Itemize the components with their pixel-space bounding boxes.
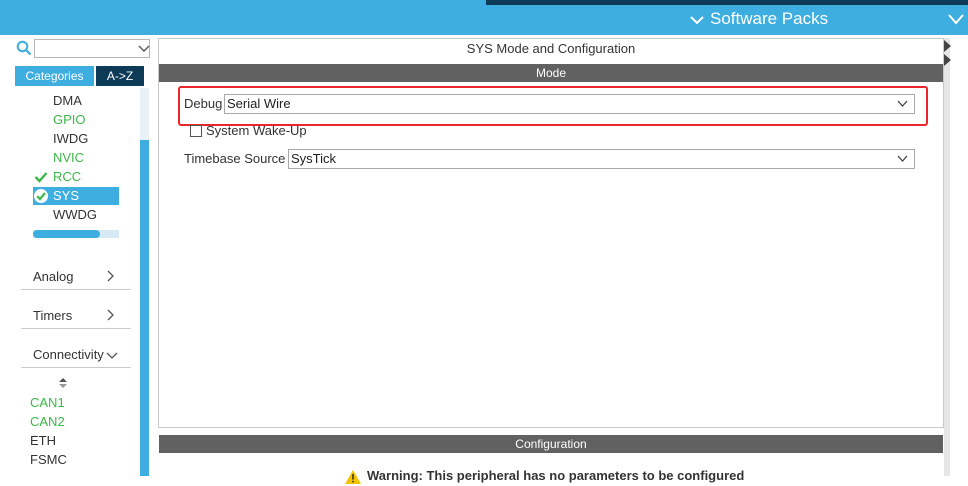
triangle-right-icon[interactable]: [944, 40, 951, 52]
chevron-down-icon[interactable]: [948, 13, 964, 25]
chevron-down-icon: [897, 100, 908, 107]
connectivity-item-eth[interactable]: ETH: [30, 431, 56, 450]
sidebar-item-dma[interactable]: DMA: [53, 92, 82, 110]
check-icon: [34, 172, 48, 183]
chevron-down-icon: [897, 155, 908, 162]
category-timers[interactable]: Timers: [33, 306, 131, 326]
category-divider: [21, 367, 131, 368]
mode-section-header: Mode: [159, 64, 943, 82]
tab-categories[interactable]: Categories: [15, 66, 94, 86]
page-title: SYS Mode and Configuration: [466, 41, 636, 56]
connectivity-item-can2[interactable]: CAN2: [30, 412, 65, 431]
timebase-select-value: SysTick: [291, 151, 337, 166]
chevron-right-icon[interactable]: [104, 309, 116, 321]
system-wakeup-checkbox[interactable]: [190, 125, 202, 137]
sidebar-item-gpio[interactable]: GPIO: [53, 111, 86, 129]
sidebar-item-rcc[interactable]: RCC: [53, 168, 81, 186]
right-panel-splitter[interactable]: [944, 38, 950, 476]
search-icon: [16, 40, 32, 56]
sidebar-item-nvic[interactable]: NVIC: [53, 149, 84, 167]
chevron-down-icon[interactable]: [106, 349, 118, 361]
sidebar-item-wwdg[interactable]: WWDG: [53, 206, 97, 224]
software-packs-label: Software Packs: [710, 9, 829, 28]
sidebar-item-sys-label: SYS: [53, 188, 80, 203]
software-packs-menu[interactable]: Software Packs: [690, 8, 828, 30]
connectivity-item-can1[interactable]: CAN1: [30, 393, 65, 412]
debug-label: Debug: [184, 96, 223, 111]
sidebar-item-iwdg[interactable]: IWDG: [53, 130, 88, 148]
connectivity-item-fsmc[interactable]: FSMC: [30, 450, 67, 469]
warning-icon: [345, 469, 361, 484]
chevron-down-icon: [690, 15, 704, 24]
chevron-right-icon[interactable]: [104, 270, 116, 282]
tab-a-z[interactable]: A->Z: [96, 66, 144, 86]
triangle-right-icon[interactable]: [944, 54, 951, 66]
configuration-section-header: Configuration: [159, 435, 943, 453]
category-divider: [21, 328, 131, 329]
category-analog[interactable]: Analog: [33, 267, 131, 287]
left-scrollbar-thumb[interactable]: [140, 140, 149, 476]
system-wakeup-label: System Wake-Up: [206, 123, 307, 138]
chevron-down-icon[interactable]: [138, 44, 150, 54]
top-banner-tab-strip: [486, 0, 968, 5]
timebase-source-select[interactable]: SysTick: [288, 149, 915, 169]
warning-message: Warning: This peripheral has no paramete…: [345, 466, 744, 486]
sort-arrows-icon[interactable]: [57, 377, 69, 389]
debug-select[interactable]: Serial Wire: [224, 94, 915, 114]
horizontal-scrollbar-thumb[interactable]: [33, 230, 100, 238]
category-divider: [21, 289, 131, 290]
timebase-source-label: Timebase Source: [184, 151, 286, 166]
check-circle-icon: [34, 189, 48, 203]
debug-select-value: Serial Wire: [227, 96, 291, 111]
search-input[interactable]: [34, 39, 150, 58]
